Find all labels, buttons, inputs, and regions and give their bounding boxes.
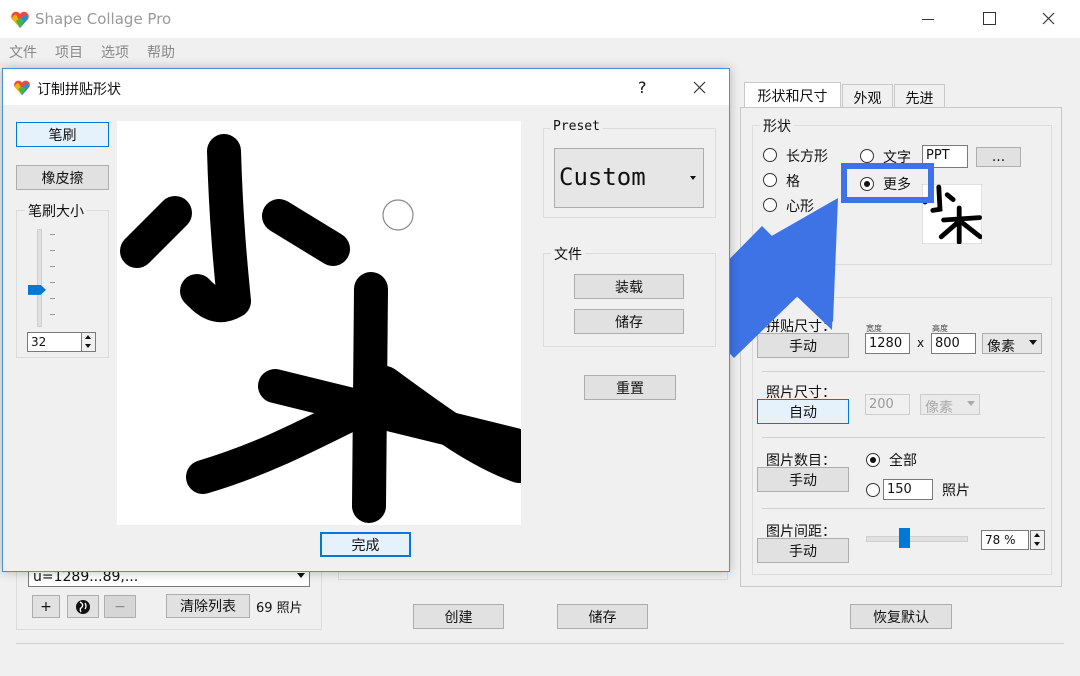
app-logo-icon [14,80,30,96]
chevron-down-icon [297,573,305,578]
brush-size-slider-track[interactable] [37,229,42,327]
menu-options[interactable]: 选项 [101,42,129,62]
photo-count-unit: 照片 [942,483,970,499]
app-title: Shape Collage Pro [35,10,172,28]
spacing-slider-thumb[interactable] [898,528,910,548]
collage-width-input[interactable]: 1280 [865,333,910,354]
preset-value: Custom [559,163,646,191]
photo-count-input[interactable]: 150 [883,479,933,500]
load-button[interactable]: 装载 [574,274,684,299]
spacing-stepper[interactable] [1030,530,1045,550]
photo-count-custom-radio[interactable] [866,483,880,497]
photo-count-all-label: 全部 [889,453,917,469]
photo-unit-value: 像素 [925,400,953,416]
globe-icon [76,599,90,614]
spacing-input[interactable]: 78 % [981,530,1029,550]
collage-unit-value: 像素 [987,339,1015,355]
preset-select[interactable]: Custom [554,148,704,208]
done-button[interactable]: 完成 [320,532,411,557]
drawing-canvas[interactable] [117,121,521,525]
tab-appearance[interactable]: 外观 [842,84,893,108]
shape-grid-radio[interactable] [763,173,777,187]
menu-bar: 文件 项目 选项 帮助 [0,38,1080,64]
clear-list-button[interactable]: 清除列表 [166,594,250,618]
shape-text-browse-button[interactable]: ... [976,147,1021,167]
photo-count-status: 69 照片 [256,601,303,616]
create-button[interactable]: 创建 [413,604,504,629]
divider [762,437,1045,438]
photo-unit-select: 像素 [920,394,980,416]
minimize-icon[interactable] [922,19,934,20]
spacing-slider-track[interactable] [866,536,968,542]
chevron-down-icon [1029,340,1037,345]
size-x-label: x [917,336,925,350]
status-divider [16,643,1064,644]
menu-file[interactable]: 文件 [9,42,37,62]
brush-size-stepper[interactable] [81,332,96,352]
custom-shape-dialog: 订制拼贴形状 ? 笔刷 橡皮擦 笔刷大小 32 Preset Custom 文件… [2,68,730,572]
dialog-close-icon[interactable] [693,81,706,94]
app-logo-icon [11,11,29,29]
tab-advanced[interactable]: 先进 [894,84,945,108]
preset-label: Preset [550,119,603,134]
menu-help[interactable]: 帮助 [147,42,175,62]
close-icon[interactable] [1042,12,1055,25]
chevron-up-icon[interactable] [1034,533,1040,537]
shape-rect-radio[interactable] [763,148,777,162]
remove-photo-button[interactable]: − [104,595,136,618]
help-icon[interactable]: ? [638,78,647,97]
title-bar: Shape Collage Pro [0,0,1080,38]
divider [762,508,1045,509]
dialog-title-bar: 订制拼贴形状 ? [3,69,729,105]
shape-rect-label: 长方形 [786,149,828,165]
tab-shape-size[interactable]: 形状和尺寸 [744,82,841,108]
brush-size-input[interactable]: 32 [27,332,82,352]
brush-tool-button[interactable]: 笔刷 [16,122,109,147]
maximize-icon[interactable] [983,12,996,25]
photo-size-mode-button[interactable]: 自动 [757,399,849,424]
reset-button[interactable]: 重置 [584,375,676,400]
chevron-down-icon [690,176,696,180]
shape-grid-label: 格 [786,174,800,190]
brush-size-label: 笔刷大小 [25,201,87,221]
dialog-title: 订制拼贴形状 [37,82,121,98]
shape-text-radio[interactable] [860,149,874,163]
photo-count-mode-button[interactable]: 手动 [757,467,849,492]
dialog-save-button[interactable]: 储存 [574,309,684,334]
chevron-up-icon[interactable] [85,335,91,339]
add-photo-button[interactable]: + [32,595,60,618]
file-group-title: 文件 [551,244,585,264]
chevron-down-icon [967,401,975,406]
eraser-tool-button[interactable]: 橡皮擦 [16,165,109,190]
shape-group-title: 形状 [760,116,794,136]
chevron-down-icon[interactable] [1034,542,1040,546]
photo-size-input: 200 [865,394,910,415]
menu-project[interactable]: 项目 [55,42,83,62]
save-button[interactable]: 储存 [557,604,648,629]
photo-count-all-radio[interactable] [866,453,880,467]
restore-defaults-button[interactable]: 恢复默认 [850,604,952,629]
chevron-down-icon[interactable] [85,344,91,348]
collage-unit-select[interactable]: 像素 [982,333,1042,355]
slider-ticks [50,234,55,320]
collage-height-input[interactable]: 800 [931,333,976,354]
spacing-mode-button[interactable]: 手动 [757,538,849,563]
add-web-photo-button[interactable] [67,595,99,618]
highlight-frame [841,163,934,203]
